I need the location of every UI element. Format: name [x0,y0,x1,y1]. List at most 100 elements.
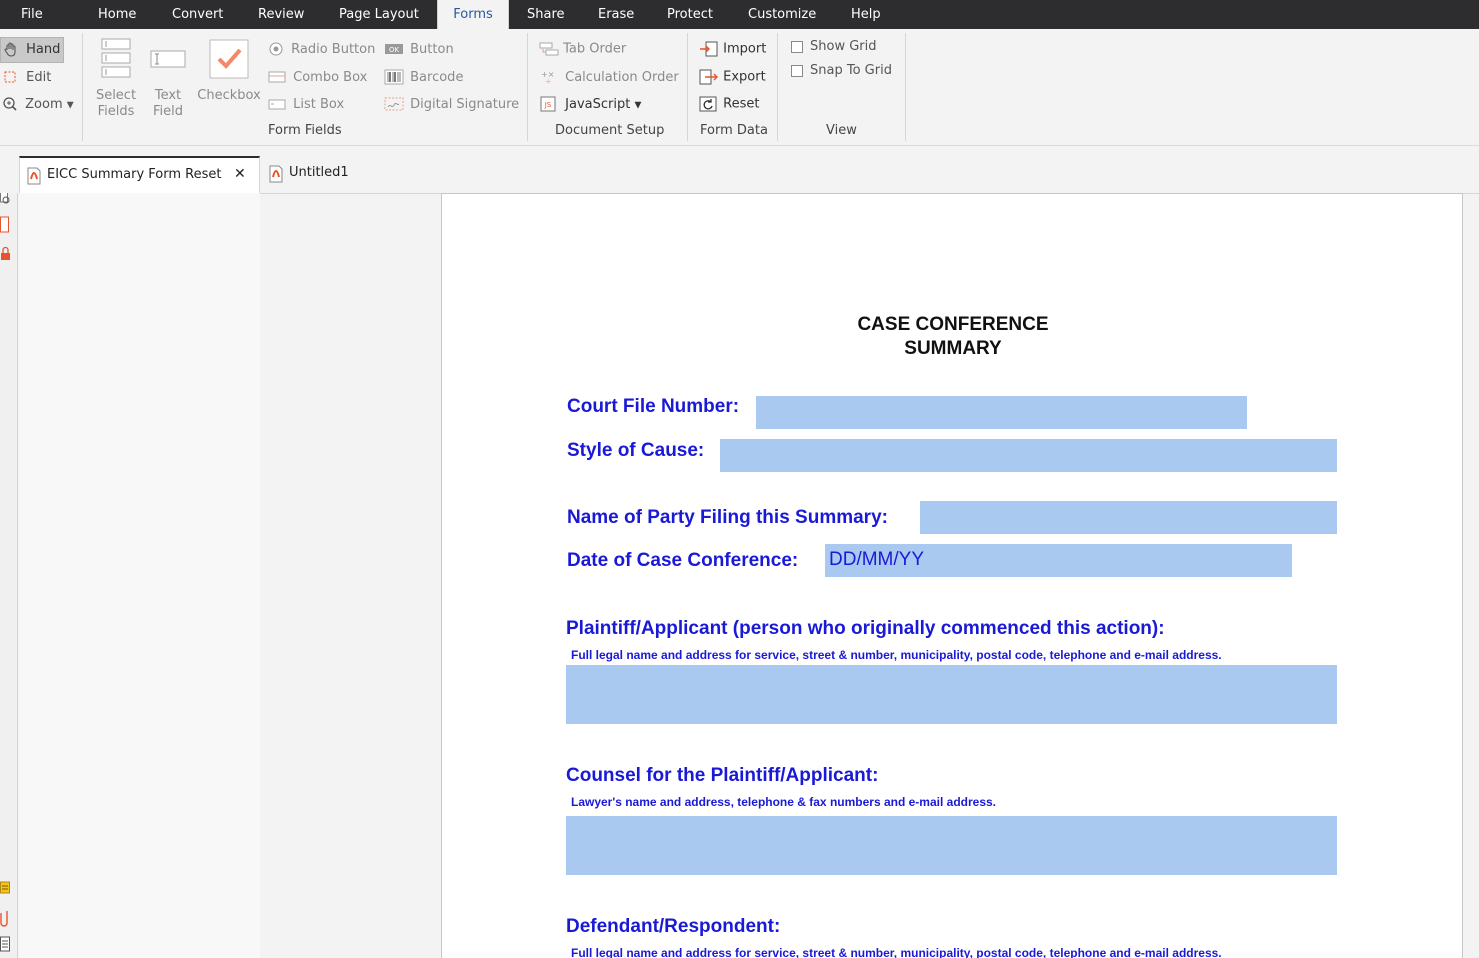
plaintiff-applicant-hint: Full legal name and address for service,… [571,648,1222,662]
counsel-plaintiff-label: Counsel for the Plaintiff/Applicant: [566,765,879,786]
form-fields-group-label: Form Fields [268,123,342,138]
import-icon [700,41,718,57]
menu-customize[interactable]: Customize [748,0,816,29]
date-field-value: DD/MM/YY [829,549,924,570]
form-data-group-label: Form Data [700,123,768,138]
barcode-tool[interactable]: Barcode [384,69,463,85]
digital-signature-tool[interactable]: Digital Signature [384,96,519,112]
checkbox-button[interactable]: Checkbox [197,37,261,104]
show-grid-checkbox[interactable] [791,41,803,53]
show-grid-label: Show Grid [810,39,877,54]
select-fields-label-2: Fields [97,104,135,119]
party-filing-field[interactable] [920,501,1337,534]
chevron-down-icon: ▼ [634,100,642,111]
zoom-label: Zoom [25,96,63,112]
tab-untitled1[interactable]: Untitled1 [262,156,372,194]
digital-signature-icon [384,97,404,111]
comments-panel-icon[interactable] [0,880,12,896]
javascript-tool[interactable]: JS JavaScript ▼ [539,96,641,112]
counsel-plaintiff-field[interactable] [566,816,1337,875]
radio-button-tool[interactable]: Radio Button [268,41,375,57]
snap-to-grid-checkbox[interactable] [791,65,803,77]
ribbon-divider [905,33,906,141]
calculation-order-icon: +×÷ [541,70,554,85]
export-icon [699,69,718,85]
edit-select-icon [4,71,16,83]
barcode-label: Barcode [410,69,464,85]
tab-eicc-summary-form-reset[interactable]: EICC Summary Form Reset ✕ [19,156,260,194]
menu-protect[interactable]: Protect [667,0,713,29]
menu-share[interactable]: Share [527,0,565,29]
close-icon[interactable]: ✕ [234,166,246,182]
hand-label: Hand [26,41,61,57]
radio-button-label: Radio Button [291,41,376,57]
combo-box-icon [268,71,286,83]
menu-review[interactable]: Review [258,0,304,29]
style-of-cause-field[interactable] [720,439,1337,472]
button-tool[interactable]: OK Button [384,41,454,57]
javascript-label: JavaScript [565,96,631,112]
plaintiff-applicant-label: Plaintiff/Applicant (person who original… [566,618,1165,639]
checkbox-label: Checkbox [197,88,261,103]
select-fields-icon [101,38,131,78]
party-filing-label: Name of Party Filing this Summary: [567,507,888,528]
document-title-line-2: SUMMARY [904,338,1002,359]
text-field-button[interactable]: Text Field [148,37,188,120]
export-button[interactable]: Export [699,69,766,85]
menu-file[interactable]: File [21,0,43,29]
combo-box-label: Combo Box [293,69,368,85]
calculation-order-tool[interactable]: +× ÷ Calculation Order [539,69,679,86]
menu-forms[interactable]: Forms [437,0,509,29]
hand-tool[interactable]: Hand [3,41,60,57]
fields-panel-icon[interactable] [0,936,12,952]
date-of-case-conference-label: Date of Case Conference: [567,550,799,571]
reset-button[interactable]: Reset [699,96,759,112]
select-fields-button[interactable]: Select Fields [95,37,137,120]
chevron-down-icon: ▼ [66,100,74,111]
text-field-icon [150,50,186,68]
court-file-number-field[interactable] [756,396,1247,429]
tab-order-tool[interactable]: Tab Order [539,41,626,57]
menu-home[interactable]: Home [98,0,136,29]
hand-icon [4,42,16,57]
plaintiff-applicant-field[interactable] [566,665,1337,724]
menu-page-layout[interactable]: Page Layout [339,0,419,29]
pdf-file-icon [269,165,283,183]
attachment-icon[interactable] [0,908,12,928]
import-button[interactable]: Import [699,41,766,57]
export-label: Export [723,69,766,85]
security-lock-icon[interactable] [0,246,12,262]
menu-erase[interactable]: Erase [598,0,634,29]
checkbox-icon [209,39,249,79]
svg-text:÷: ÷ [545,77,552,85]
ribbon: Hand Edit Zoom ▼ Select Fields Text Fiel… [0,29,1479,146]
edit-tool[interactable]: Edit [2,69,51,85]
pdf-file-icon [27,167,41,185]
list-box-tool[interactable]: List Box [268,96,344,112]
list-box-icon [268,99,286,110]
snap-to-grid-label: Snap To Grid [810,63,892,78]
pdf-page: CASE CONFERENCE SUMMARY Court File Numbe… [441,193,1463,958]
radio-button-icon [269,42,283,56]
document-setup-group-label: Document Setup [555,123,665,138]
button-label: Button [410,41,454,57]
date-of-case-conference-field[interactable]: DD/MM/YY [825,544,1292,577]
digital-signature-label: Digital Signature [410,96,520,112]
ribbon-divider [687,33,688,141]
calculation-order-label: Calculation Order [565,69,679,85]
ribbon-divider [82,33,83,141]
list-box-label: List Box [293,96,345,112]
ok-button-icon: OK [385,44,403,54]
import-label: Import [723,41,767,57]
javascript-icon: JS [540,96,556,112]
svg-text:JS: JS [544,101,552,109]
document-title-line-1: CASE CONFERENCE [857,314,1049,335]
menu-help[interactable]: Help [851,0,881,29]
reset-icon [699,96,717,112]
menu-convert[interactable]: Convert [172,0,223,29]
combo-box-tool[interactable]: Combo Box [268,69,367,85]
edit-label: Edit [26,69,52,85]
zoom-tool[interactable]: Zoom ▼ [2,96,74,112]
zoom-icon [3,97,17,111]
bookmark-panel-icon[interactable] [0,216,12,234]
